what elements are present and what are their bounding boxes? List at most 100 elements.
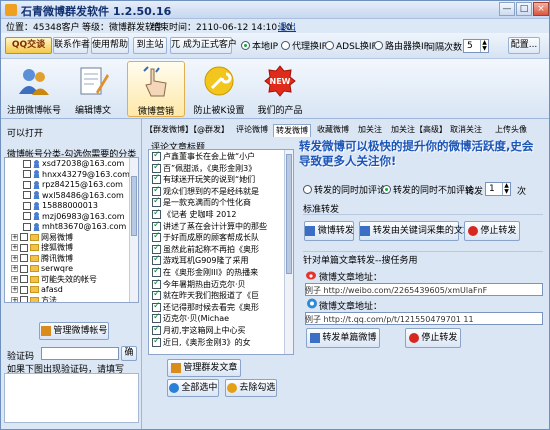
upgrade-button[interactable]: 兀 成为正式客户 <box>170 37 237 54</box>
checkbox-icon[interactable] <box>152 221 161 231</box>
config-button[interactable]: 配置... <box>508 37 540 54</box>
checkbox-icon[interactable] <box>23 212 31 220</box>
ip-adsl-option[interactable]: ADSL换IP <box>325 39 377 52</box>
spinner-arrows-icon[interactable]: ▲ ▼ <box>502 183 510 195</box>
tab-comment[interactable]: 评论微博 <box>235 124 269 137</box>
interval-spinner[interactable]: 5 ▲ ▼ <box>463 39 489 53</box>
checkbox-icon[interactable] <box>152 163 161 173</box>
expand-icon[interactable]: + <box>11 275 18 283</box>
article-list-item[interactable]: 在《奥形金刚III》的热播来 <box>151 267 285 279</box>
article-list-item[interactable]: 卢鑫董事长在会上做“小户 <box>151 151 285 163</box>
expand-icon[interactable]: + <box>11 254 18 262</box>
captcha-confirm-button[interactable]: 确 <box>121 346 137 361</box>
deselect-button[interactable]: 去除勾选 <box>225 379 277 397</box>
category-tree-item[interactable]: + serwqre <box>7 264 129 275</box>
main-site-button[interactable]: 到主站 <box>133 37 167 54</box>
category-tree-item[interactable]: + afasd <box>7 285 129 296</box>
checkbox-icon[interactable] <box>152 267 161 277</box>
repost-with-comment-option[interactable]: 转发的同时加评论 <box>303 183 386 196</box>
account-tree-item[interactable]: hnxx43279@163.com <box>7 170 130 181</box>
checkbox-icon[interactable] <box>23 180 31 189</box>
select-all-button[interactable]: 全部选中 <box>167 379 219 397</box>
article-list-item[interactable]: 就在昨天我们抱报道了《巨 <box>151 290 285 302</box>
article-list-item[interactable]: 是一款充满而的个性化商 <box>151 197 285 209</box>
account-tree-item[interactable]: xsd72038@163.com <box>7 159 129 170</box>
ribbon-anti-ban-settings[interactable]: 防止被K设置 <box>190 61 248 117</box>
article-list-item[interactable]: 今年暑期热由迈克尔·贝 <box>151 279 285 291</box>
scroll-thumb[interactable] <box>131 176 137 236</box>
tab-favorite[interactable]: 收藏微博 <box>315 124 351 137</box>
checkbox-icon[interactable] <box>20 233 28 241</box>
account-tree-item[interactable]: wxl58486@163.com <box>7 191 129 202</box>
repost-keyword-button[interactable]: 转发由关键词采集的文章 <box>359 221 472 241</box>
checkbox-icon[interactable] <box>152 325 161 335</box>
account-tree-item[interactable]: mht83670@163.com <box>7 222 129 233</box>
exit-link[interactable]: 退出 <box>278 20 296 33</box>
checkbox-icon[interactable] <box>152 244 161 254</box>
tab-repost[interactable]: 转发微博 <box>273 124 311 137</box>
ribbon-weibo-marketing[interactable]: 微博营销 <box>127 61 185 117</box>
article-scrollbar[interactable] <box>284 150 293 354</box>
manage-accounts-button[interactable]: 管理微博帐号 <box>39 322 109 340</box>
captcha-input[interactable] <box>41 347 119 360</box>
repost-button[interactable]: 微博转发 <box>304 221 354 241</box>
checkbox-icon[interactable] <box>23 191 31 199</box>
checkbox-icon[interactable] <box>152 209 161 219</box>
category-tree-item[interactable]: + 可能失效的帐号 <box>7 275 129 286</box>
ribbon-register-accounts[interactable]: 注册微博帐号 <box>5 61 63 117</box>
checkbox-icon[interactable] <box>152 197 161 208</box>
minimize-button[interactable]: — <box>499 2 515 16</box>
category-tree-item[interactable]: + 搜狐微博 <box>7 243 129 254</box>
tab-group-send[interactable]: 【群发微博】 <box>145 124 193 137</box>
expand-icon[interactable]: + <box>11 286 18 293</box>
category-tree-item[interactable]: + 网易微博 <box>7 233 129 244</box>
account-tree[interactable]: xsd72038@163.com hnxx43279@163.com rpz8421… <box>4 157 139 303</box>
qq-chat-button[interactable]: QQ交谈 <box>5 37 52 54</box>
checkbox-icon[interactable] <box>152 302 161 312</box>
stop-repost-button[interactable]: 停止转发 <box>464 221 520 241</box>
checkbox-icon[interactable] <box>20 254 28 262</box>
checkbox-icon[interactable] <box>20 264 28 273</box>
checkbox-icon[interactable] <box>152 279 161 289</box>
article-list-item[interactable]: 迈克尔·贝(Michae <box>151 313 285 325</box>
article-list-item[interactable]: 于好而成原的顾客帮成长队 <box>151 232 285 244</box>
category-tree-item[interactable]: + 方法 <box>7 296 129 302</box>
article-list-item[interactable]: 讲述了蒸在会计计算中的那些 <box>151 221 285 233</box>
expand-icon[interactable]: + <box>11 233 18 241</box>
checkbox-icon[interactable] <box>20 285 28 294</box>
account-tree-item[interactable]: rpz84215@163.com <box>7 180 129 191</box>
spinner-arrows-icon[interactable]: ▲ ▼ <box>480 40 488 52</box>
category-tree-item[interactable]: + 腾讯微博 <box>7 254 129 265</box>
checkbox-icon[interactable] <box>20 296 28 302</box>
article-list-item[interactable]: 有球迷开玩笑的说到“她们 <box>151 174 285 186</box>
ribbon-our-products[interactable]: NEW 我们的产品 <box>251 61 309 117</box>
article-list-item[interactable]: 《记者 史咖啡 2012 <box>151 209 285 221</box>
tab-unfollow[interactable]: 取消关注 <box>449 124 483 137</box>
checkbox-icon[interactable] <box>152 255 161 266</box>
ip-proxy-option[interactable]: 代理换IP <box>281 39 327 52</box>
repost-without-comment-option[interactable]: 转发的同时不加评论 <box>382 183 474 196</box>
checkbox-icon[interactable] <box>152 337 161 347</box>
article-list-item[interactable]: 月初,宇这箱网上中心买 <box>151 325 285 337</box>
maximize-button[interactable]: □ <box>516 2 532 16</box>
account-tree-item[interactable]: 15888000013 <box>7 201 129 212</box>
tree-scrollbar[interactable] <box>129 158 138 302</box>
checkbox-icon[interactable] <box>23 159 31 168</box>
checkbox-icon[interactable] <box>152 290 161 301</box>
expand-icon[interactable]: + <box>11 265 18 272</box>
article-list-item[interactable]: 近日,《奥形金刚3》的女 <box>151 337 285 349</box>
account-tree-item[interactable]: mzj06983@163.com <box>7 212 129 223</box>
repost-single-button[interactable]: 转发单篇微博 <box>306 328 380 348</box>
article-list-item[interactable]: 观众们想到的不是经纬就是 <box>151 186 285 198</box>
article-list-item[interactable]: 百”佩甜派，《奥形金刚3》 <box>151 163 285 175</box>
checkbox-icon[interactable] <box>152 232 161 243</box>
checkbox-icon[interactable] <box>152 186 161 196</box>
checkbox-icon[interactable] <box>23 170 31 178</box>
ip-router-option[interactable]: 路由器换IP <box>374 39 429 52</box>
tab-upload-avatar[interactable]: 上传头像 <box>493 124 529 137</box>
tab-at-send[interactable]: 【@群发】 <box>189 124 229 137</box>
expand-icon[interactable]: + <box>11 296 18 302</box>
article-list-item[interactable]: 还记得那时候去看完《奥形 <box>151 302 285 314</box>
repost-count-spinner[interactable]: 1 ▲ ▼ <box>485 182 511 196</box>
tab-follow[interactable]: 加关注 <box>355 124 385 137</box>
